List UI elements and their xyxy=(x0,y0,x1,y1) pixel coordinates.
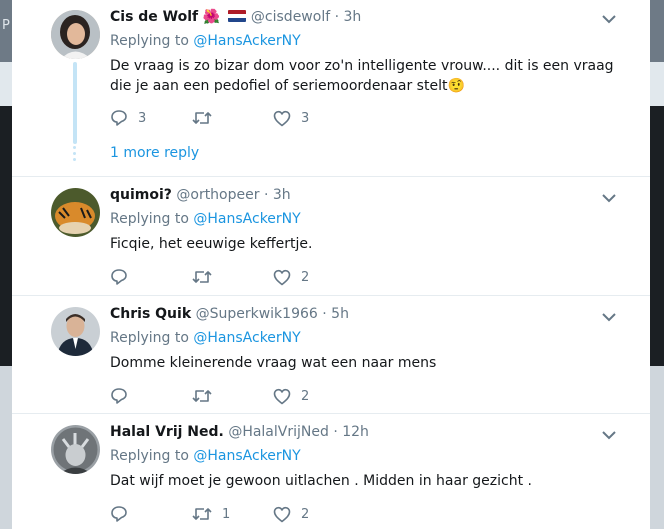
replying-to: Replying to @HansAckerNY xyxy=(110,33,301,49)
tweet-header: Halal Vrij Ned. @HalalVrijNed · 12h xyxy=(110,424,369,440)
chevron-down-icon[interactable] xyxy=(602,193,616,203)
display-name[interactable]: quimoi? xyxy=(110,187,172,203)
separator-dot: · xyxy=(263,187,269,203)
reply-tweet[interactable]: Chris Quik @Superkwik1966 · 5h Replying … xyxy=(12,296,650,414)
reply-button[interactable] xyxy=(110,267,138,287)
reply-count: 3 xyxy=(138,110,147,126)
retweet-button[interactable] xyxy=(192,108,222,128)
reply-tweet[interactable]: Cis de Wolf 🌺 @cisdewolf · 3h Replying t… xyxy=(12,0,650,177)
replying-to-label: Replying to xyxy=(110,330,189,346)
avatar[interactable] xyxy=(51,10,100,59)
tweet-header: Cis de Wolf 🌺 @cisdewolf · 3h xyxy=(110,9,361,25)
replying-to: Replying to @HansAckerNY xyxy=(110,448,301,464)
reply-icon xyxy=(111,110,127,126)
tweet-text: De vraag is zo bizar dom voor zo'n intel… xyxy=(110,58,614,94)
reply-icon xyxy=(111,506,127,522)
separator-dot: · xyxy=(333,424,338,440)
retweet-button[interactable] xyxy=(192,386,222,406)
replying-to: Replying to @HansAckerNY xyxy=(110,211,301,227)
timestamp[interactable]: 12h xyxy=(342,424,369,440)
replies-panel: Cis de Wolf 🌺 @cisdewolf · 3h Replying t… xyxy=(12,0,650,529)
reply-button[interactable]: 3 xyxy=(110,108,146,128)
thread-dots xyxy=(73,146,77,164)
reply-tweet[interactable]: Halal Vrij Ned. @HalalVrijNed · 12h Repl… xyxy=(12,414,650,529)
heart-icon xyxy=(273,388,291,404)
retweet-icon xyxy=(192,112,212,124)
tweet-text: Ficqie, het eeuwige keffertje. xyxy=(110,236,313,252)
reply-button[interactable] xyxy=(110,386,138,406)
replying-to-link[interactable]: @HansAckerNY xyxy=(193,330,300,346)
timestamp[interactable]: 5h xyxy=(331,306,349,322)
replying-to-link[interactable]: @HansAckerNY xyxy=(193,448,300,464)
emoji: 🌺 xyxy=(202,9,221,25)
like-button[interactable]: 2 xyxy=(273,267,309,287)
handle[interactable]: @HalalVrijNed xyxy=(228,424,329,440)
more-replies-link[interactable]: 1 more reply xyxy=(110,145,199,161)
handle[interactable]: @orthopeer xyxy=(176,187,259,203)
like-count: 2 xyxy=(301,506,310,522)
timestamp[interactable]: 3h xyxy=(344,9,362,25)
avatar[interactable] xyxy=(51,188,100,237)
retweet-button[interactable]: 1 xyxy=(192,504,230,524)
display-name[interactable]: Halal Vrij Ned. xyxy=(110,424,224,440)
chevron-down-icon[interactable] xyxy=(602,14,616,24)
replying-to-label: Replying to xyxy=(110,33,189,49)
heart-icon xyxy=(273,269,291,285)
retweet-icon xyxy=(192,271,212,283)
heart-icon xyxy=(273,110,291,126)
tweet-header: Chris Quik @Superkwik1966 · 5h xyxy=(110,306,349,322)
reply-icon xyxy=(111,388,127,404)
separator-dot: · xyxy=(334,9,340,25)
retweet-icon xyxy=(192,390,212,402)
separator-dot: · xyxy=(322,306,327,322)
heart-icon xyxy=(273,506,291,522)
avatar[interactable] xyxy=(51,307,100,356)
like-button[interactable]: 3 xyxy=(273,108,309,128)
handle[interactable]: @Superkwik1966 xyxy=(196,306,318,322)
reply-icon xyxy=(111,269,127,285)
replying-to-link[interactable]: @HansAckerNY xyxy=(193,211,300,227)
timestamp[interactable]: 3h xyxy=(273,187,291,203)
retweet-icon xyxy=(192,508,212,520)
display-name[interactable]: Chris Quik xyxy=(110,306,191,322)
chevron-down-icon[interactable] xyxy=(602,312,616,322)
chevron-down-icon[interactable] xyxy=(602,430,616,440)
handle[interactable]: @cisdewolf xyxy=(251,9,330,25)
tweet-text: Domme kleinerende vraag wat een naar men… xyxy=(110,355,437,371)
like-count: 3 xyxy=(301,110,310,126)
thread-line xyxy=(73,62,77,144)
retweet-count: 1 xyxy=(222,506,231,522)
retweet-button[interactable] xyxy=(192,267,222,287)
background-glyph: P xyxy=(2,18,10,33)
replying-to-link[interactable]: @HansAckerNY xyxy=(193,33,300,49)
replying-to: Replying to @HansAckerNY xyxy=(110,330,301,346)
netherlands-flag-icon xyxy=(228,10,247,22)
replying-to-label: Replying to xyxy=(110,211,189,227)
reply-tweet[interactable]: quimoi? @orthopeer · 3h Replying to @Han… xyxy=(12,177,650,296)
tweet-text: Dat wijf moet je gewoon uitlachen . Midd… xyxy=(110,473,532,489)
display-name[interactable]: Cis de Wolf xyxy=(110,9,198,25)
like-count: 2 xyxy=(301,269,310,285)
like-count: 2 xyxy=(301,388,310,404)
like-button[interactable]: 2 xyxy=(273,504,309,524)
reply-button[interactable] xyxy=(110,504,138,524)
replying-to-label: Replying to xyxy=(110,448,189,464)
tweet-header: quimoi? @orthopeer · 3h xyxy=(110,187,291,203)
like-button[interactable]: 2 xyxy=(273,386,309,406)
avatar[interactable] xyxy=(51,425,100,474)
